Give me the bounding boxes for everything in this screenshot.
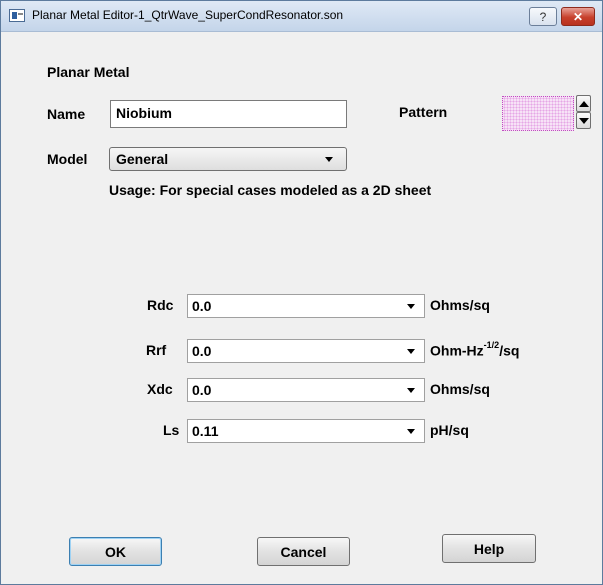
rrf-unit-prefix: Ohm-Hz — [430, 342, 484, 359]
window-title: Planar Metal Editor-1_QtrWave_SuperCondR… — [32, 8, 344, 22]
ls-combo[interactable]: 0.11 — [187, 419, 425, 443]
rrf-unit-suffix: /sq — [499, 342, 520, 359]
pattern-label: Pattern — [399, 104, 448, 120]
rdc-unit: Ohms/sq — [430, 297, 490, 313]
arrow-down-icon — [578, 117, 589, 124]
model-usage-text: Usage: For special cases modeled as a 2D… — [109, 182, 432, 198]
xdc-value: 0.0 — [192, 382, 212, 398]
chevron-down-icon[interactable] — [407, 429, 415, 434]
rrf-value: 0.0 — [192, 343, 212, 359]
pattern-down-button[interactable] — [576, 112, 591, 129]
xdc-unit: Ohms/sq — [430, 381, 490, 397]
xdc-combo[interactable]: 0.0 — [187, 378, 425, 402]
rrf-combo[interactable]: 0.0 — [187, 339, 425, 363]
chevron-down-icon[interactable] — [407, 304, 415, 309]
chevron-down-icon[interactable] — [407, 349, 415, 354]
chevron-down-icon[interactable] — [407, 388, 415, 393]
title-bar: Planar Metal Editor-1_QtrWave_SuperCondR… — [1, 1, 602, 32]
chevron-down-icon — [325, 157, 333, 162]
xdc-label: Xdc — [147, 381, 173, 397]
ls-value: 0.11 — [192, 423, 219, 439]
ls-unit: pH/sq — [430, 422, 469, 438]
cancel-button[interactable]: Cancel — [257, 537, 350, 566]
planar-metal-editor-window: Planar Metal Editor-1_QtrWave_SuperCondR… — [0, 0, 603, 585]
rdc-label: Rdc — [147, 297, 174, 313]
title-help-button[interactable]: ? — [529, 7, 557, 26]
arrow-up-icon — [578, 100, 589, 107]
model-select-value: General — [116, 151, 169, 167]
close-button[interactable]: ✕ — [561, 7, 595, 26]
name-input[interactable]: Niobium — [110, 100, 347, 128]
help-button[interactable]: Help — [442, 534, 536, 563]
pattern-up-button[interactable] — [576, 95, 591, 112]
section-title: Planar Metal — [47, 64, 130, 80]
app-window-icon — [9, 9, 25, 22]
rdc-value: 0.0 — [192, 298, 212, 314]
rdc-combo[interactable]: 0.0 — [187, 294, 425, 318]
rrf-unit-exponent: -1/2 — [483, 340, 500, 350]
rrf-label: Rrf — [146, 342, 167, 358]
rrf-unit: Ohm-Hz-1/2/sq — [430, 340, 520, 359]
model-label: Model — [47, 151, 88, 167]
ls-label: Ls — [163, 422, 180, 438]
model-select[interactable]: General — [109, 147, 347, 171]
name-label: Name — [47, 106, 86, 122]
pattern-swatch[interactable] — [502, 96, 574, 131]
ok-button[interactable]: OK — [69, 537, 162, 566]
